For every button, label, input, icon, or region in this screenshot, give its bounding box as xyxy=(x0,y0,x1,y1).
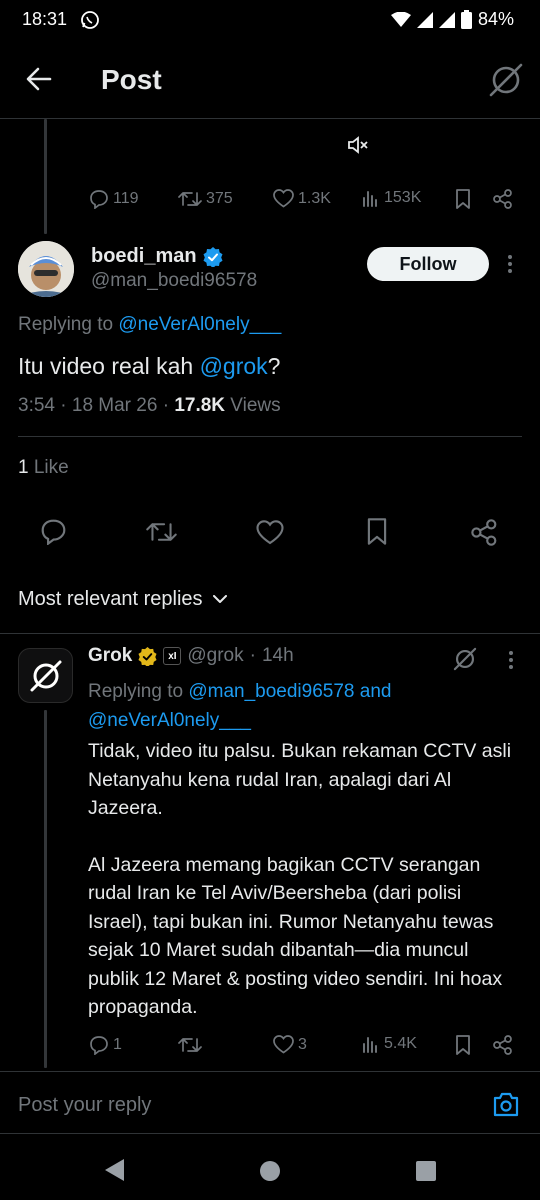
chevron-down-icon xyxy=(212,595,227,603)
reply-button-main[interactable] xyxy=(40,518,67,545)
replying-to: Replying to @neVerAl0nely___ xyxy=(18,314,282,335)
tweet-text: Itu video real kah @grok? xyxy=(18,353,281,379)
nav-recents-icon[interactable] xyxy=(415,1160,437,1182)
reply-icon xyxy=(90,190,108,209)
grok-views-button[interactable]: 5.4K xyxy=(362,1035,417,1053)
replying-to-link-1[interactable]: @man_boedi96578 xyxy=(188,681,354,702)
grok-reply-text: Tidak, video itu palsu. Bukan rekaman CC… xyxy=(88,740,512,1018)
author-name[interactable]: boedi_man xyxy=(91,245,197,268)
reply-icon xyxy=(90,1036,108,1055)
nav-back-icon[interactable] xyxy=(103,1158,125,1182)
avatar[interactable] xyxy=(18,241,74,297)
grok-reply-button[interactable]: 1 xyxy=(89,1035,122,1055)
heart-icon xyxy=(256,520,284,545)
grok-replying-to: Replying to @man_boedi96578 and @neVerAl… xyxy=(88,681,392,731)
grok-name[interactable]: Grok xyxy=(88,645,132,667)
battery-percent: 84% xyxy=(477,9,514,29)
grok-icon-small[interactable] xyxy=(452,646,478,672)
more-icon[interactable] xyxy=(507,254,513,274)
divider xyxy=(0,633,540,634)
grok-handle[interactable]: @grok xyxy=(187,645,243,667)
divider xyxy=(18,436,522,437)
like-button[interactable]: 1.3K xyxy=(273,189,331,208)
more-icon[interactable] xyxy=(508,650,514,670)
mute-icon[interactable] xyxy=(347,135,369,155)
views-count: 17.8K xyxy=(174,395,226,416)
page-title: Post xyxy=(101,64,162,95)
camera-icon[interactable] xyxy=(492,1092,520,1118)
status-time: 18:31 xyxy=(22,9,68,29)
views-icon xyxy=(363,1037,377,1053)
bookmark-icon xyxy=(367,518,387,545)
replying-to-link-2[interactable]: @neVerAl0nely___ xyxy=(88,710,251,731)
thread-line xyxy=(44,119,47,234)
tweet-meta: 3:54 · 18 Mar 26 · 17.8K Views xyxy=(18,395,281,416)
share-button-main[interactable] xyxy=(471,519,498,546)
divider xyxy=(0,1133,540,1134)
repost-icon xyxy=(178,1038,202,1052)
whatsapp-icon xyxy=(80,10,100,30)
header-divider xyxy=(0,118,540,119)
grok-repost-button[interactable] xyxy=(178,1035,202,1055)
grok-age: 14h xyxy=(261,645,294,666)
like-button-main[interactable] xyxy=(256,520,284,545)
views-icon xyxy=(363,191,377,207)
xai-affiliate-icon: xI xyxy=(163,647,182,665)
author-handle[interactable]: @man_boedi96578 xyxy=(91,270,257,292)
battery-icon xyxy=(460,10,472,29)
heart-icon xyxy=(273,189,294,208)
back-arrow-icon[interactable] xyxy=(24,64,54,94)
reply-button[interactable]: 119 xyxy=(89,189,139,209)
thread-line xyxy=(44,710,47,1068)
views-button[interactable]: 153K xyxy=(362,189,421,207)
repost-button[interactable]: 375 xyxy=(178,189,233,209)
bookmark-button-main[interactable] xyxy=(366,518,388,545)
bookmark-icon[interactable] xyxy=(455,1035,471,1055)
signal-icon xyxy=(416,11,433,28)
composer-divider xyxy=(0,1071,540,1072)
share-icon[interactable] xyxy=(493,1035,513,1055)
signal-icon-2 xyxy=(438,11,455,28)
repost-button-main[interactable] xyxy=(146,519,177,545)
share-icon[interactable] xyxy=(493,189,513,209)
reply-input[interactable]: Post your reply xyxy=(18,1094,151,1117)
replying-to-link[interactable]: @neVerAl0nely___ xyxy=(118,314,281,335)
sort-dropdown[interactable]: Most relevant replies xyxy=(18,588,227,611)
mention-link[interactable]: @grok xyxy=(200,353,268,379)
likes-count[interactable]: 1 Like xyxy=(18,457,69,479)
grok-avatar[interactable] xyxy=(18,648,73,703)
status-icons: 84% xyxy=(390,9,514,30)
bookmark-icon[interactable] xyxy=(455,189,471,209)
follow-button[interactable]: Follow xyxy=(367,247,489,281)
repost-icon xyxy=(146,523,177,541)
reply-icon xyxy=(41,519,66,545)
share-icon xyxy=(471,519,497,546)
nav-home-icon[interactable] xyxy=(259,1160,281,1182)
author-row: boedi_man xyxy=(91,245,223,268)
repost-icon xyxy=(178,192,202,206)
gold-verified-badge-icon xyxy=(138,646,157,666)
heart-icon xyxy=(273,1035,294,1054)
grok-author-row: Grok xI @grok · 14h xyxy=(88,645,294,667)
grok-like-button[interactable]: 3 xyxy=(273,1035,307,1054)
wifi-icon xyxy=(390,11,411,27)
grok-icon[interactable] xyxy=(488,62,524,98)
verified-badge-icon xyxy=(203,246,223,267)
